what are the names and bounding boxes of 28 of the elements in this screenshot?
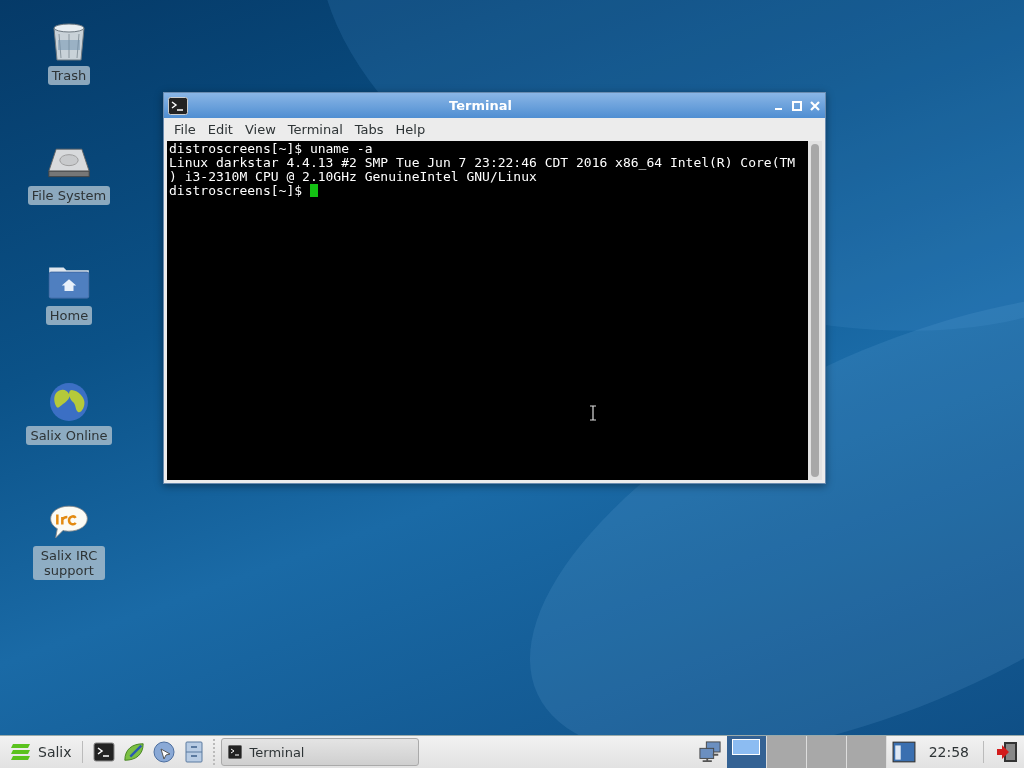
- icon-label[interactable]: Salix Online: [26, 426, 112, 445]
- menu-item[interactable]: Help: [389, 122, 432, 137]
- show-desktop-icon[interactable]: [889, 739, 918, 765]
- globe-icon[interactable]: [47, 382, 91, 422]
- menu-item[interactable]: Terminal: [281, 122, 349, 137]
- terminal-icon: [168, 96, 188, 115]
- menu-item[interactable]: Tabs: [348, 122, 390, 137]
- task-button[interactable]: Terminal: [220, 738, 419, 766]
- start-menu-button[interactable]: Salix: [6, 742, 76, 762]
- clock[interactable]: 22:58: [928, 744, 969, 760]
- menu-item[interactable]: File: [168, 122, 202, 137]
- terminal-icon: [227, 745, 242, 759]
- icon-label[interactable]: Salix IRC support: [33, 546, 105, 580]
- workspace-button[interactable]: [726, 736, 767, 768]
- scrollbar[interactable]: [808, 141, 822, 480]
- maximize-button[interactable]: [791, 99, 803, 112]
- terminal-icon[interactable]: [90, 739, 117, 765]
- terminal-output[interactable]: distroscreens[~]$ uname -a Linux darkstar 4.4.13 #2 SMP Tue Jun 7 23:22:46 CDT 2016 x86_64 Intel(R) Core(TM ) i3-2310M CPU @ 2.10GHz GenuineIntel GNU/Linux distroscreens[~]$: [167, 141, 808, 480]
- icon-label[interactable]: Home: [45, 306, 93, 325]
- icon-label[interactable]: File System: [27, 186, 111, 205]
- text-cursor-icon: [589, 405, 597, 421]
- menu-item[interactable]: View: [238, 122, 282, 137]
- close-button[interactable]: [809, 99, 821, 112]
- menu-item[interactable]: Edit: [201, 122, 239, 137]
- globe-cursor-icon[interactable]: [150, 739, 177, 765]
- icon-label[interactable]: Trash: [47, 66, 91, 85]
- window-title: Terminal: [448, 98, 513, 113]
- salix-logo: [10, 742, 32, 762]
